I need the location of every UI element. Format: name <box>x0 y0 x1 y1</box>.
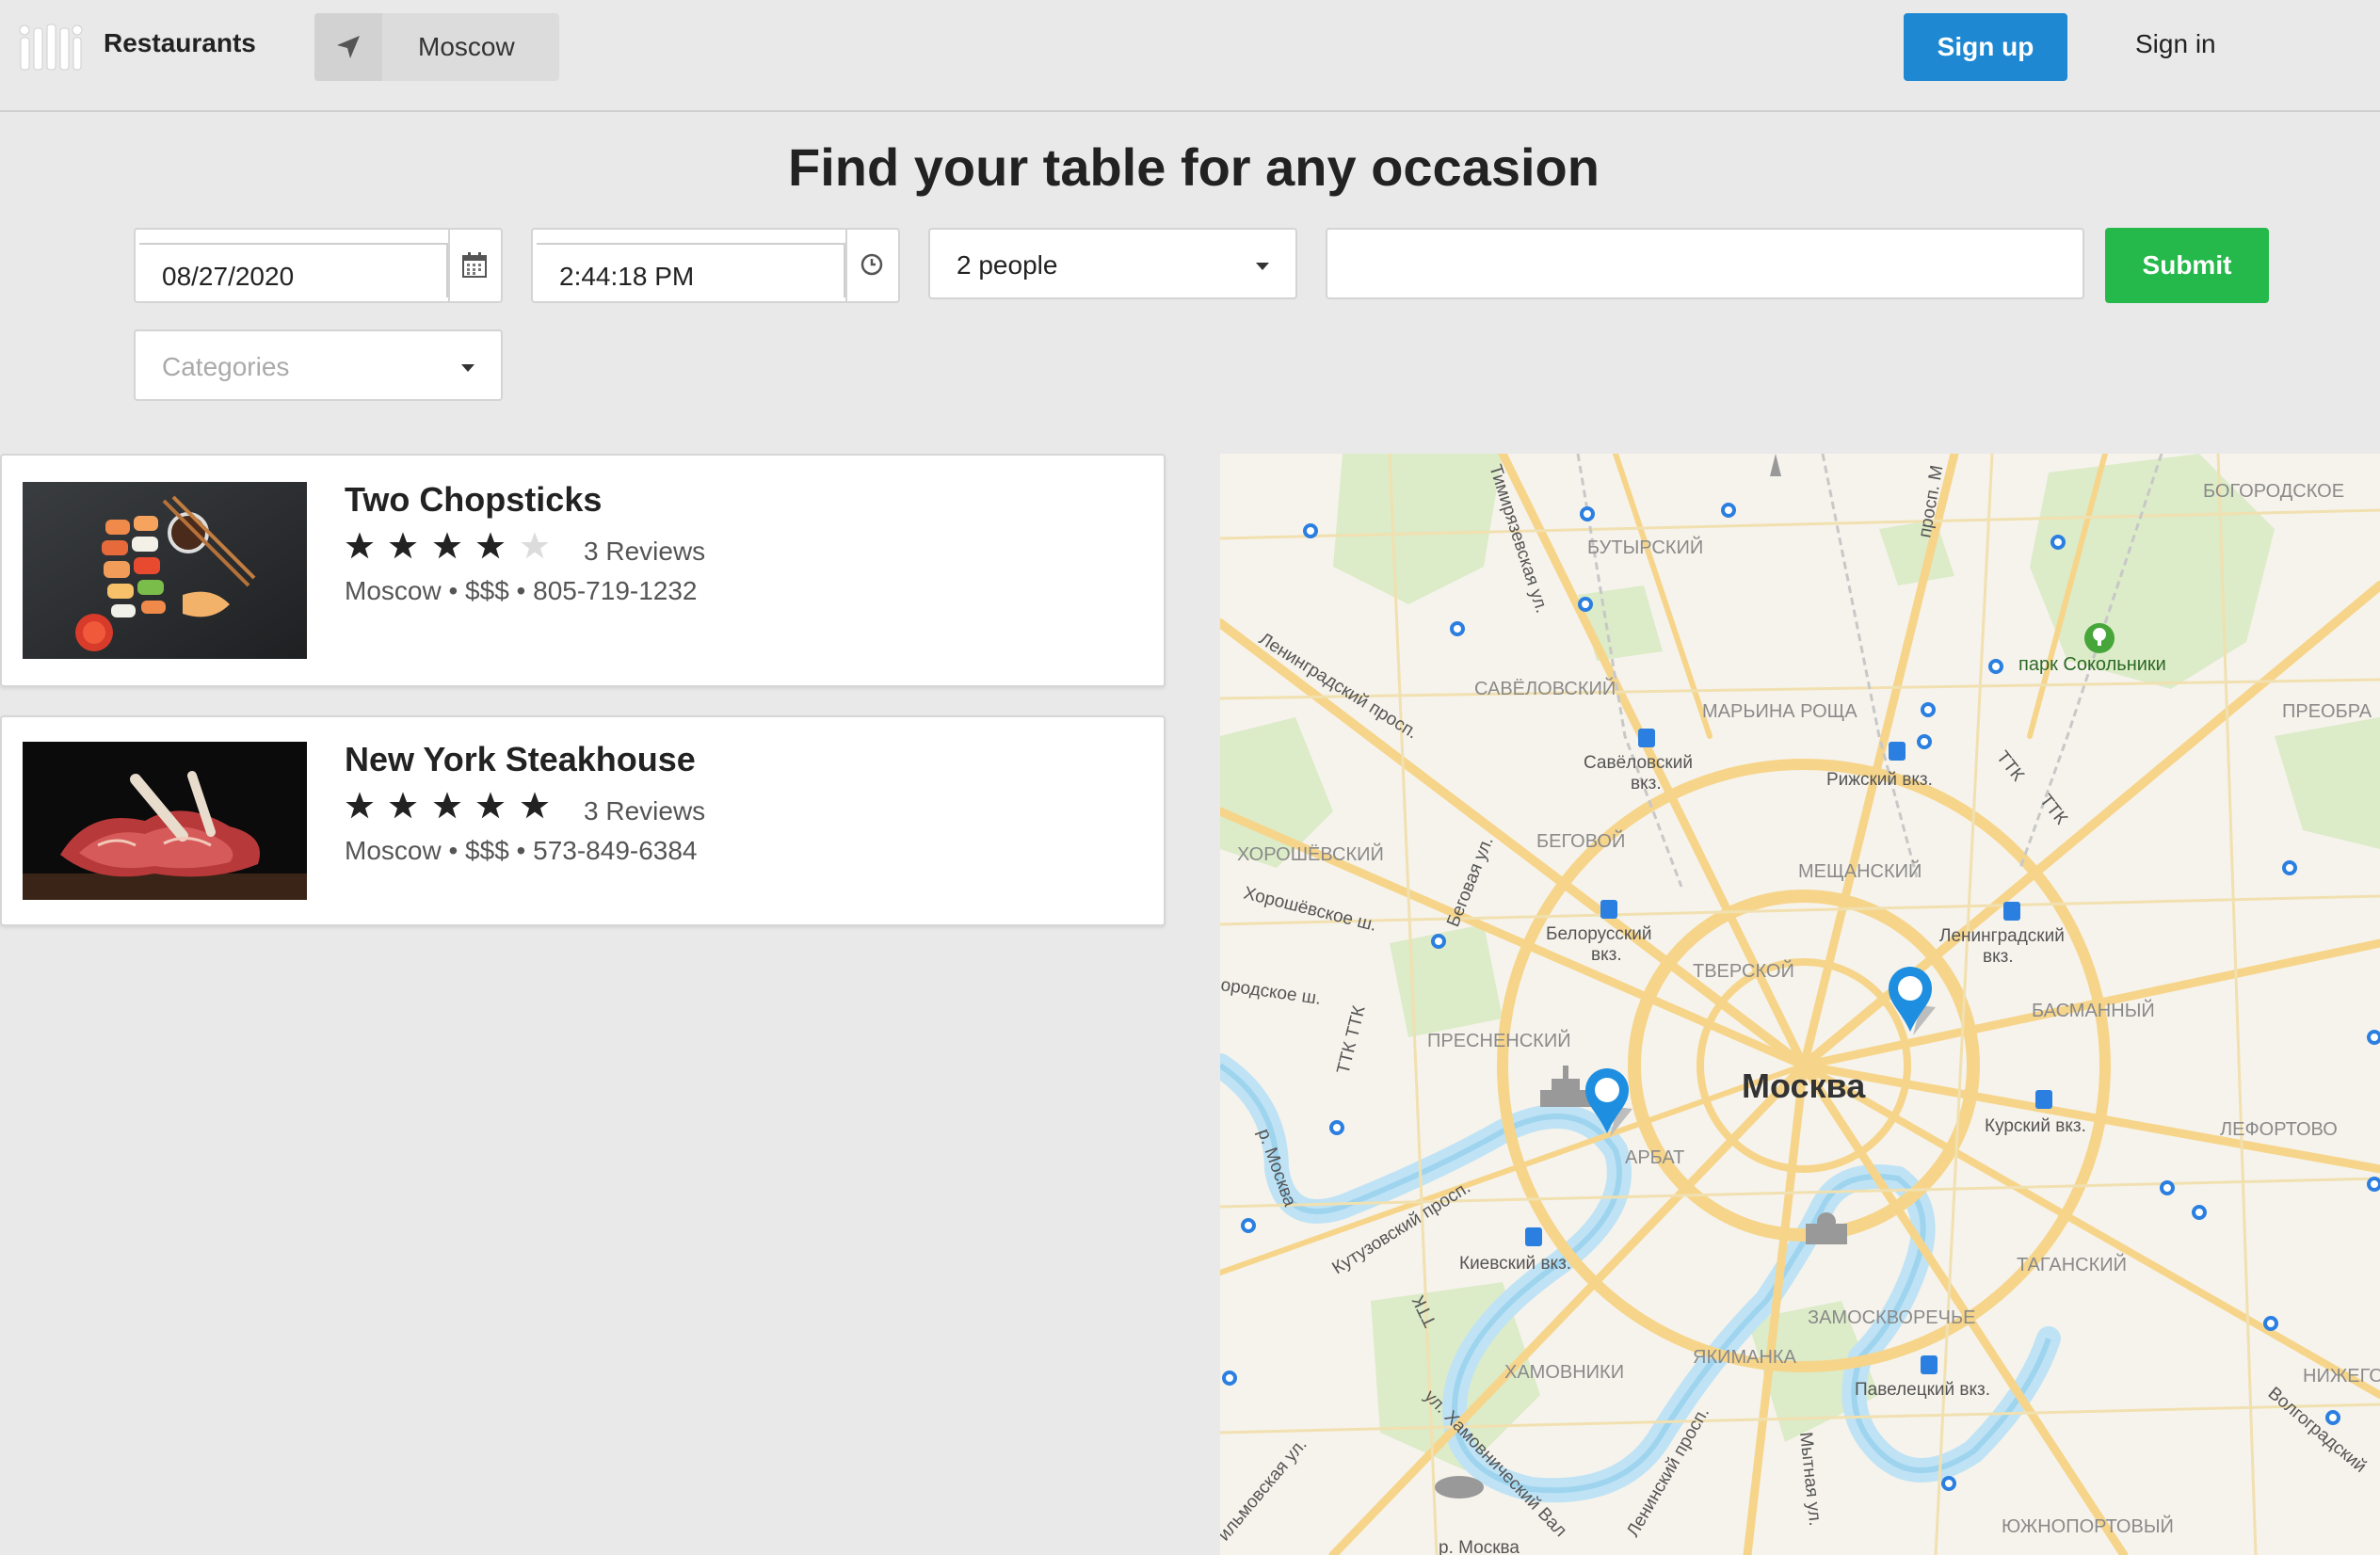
clock-button[interactable] <box>845 230 898 301</box>
navigation-arrow-icon <box>337 36 360 58</box>
svg-text:р. Москва: р. Москва <box>1439 1538 1520 1555</box>
park-label: парк Сокольники <box>2018 654 2166 675</box>
svg-text:БУТЫРСКИЙ: БУТЫРСКИЙ <box>1587 536 1703 558</box>
calendar-icon <box>462 252 487 278</box>
submit-button[interactable]: Submit <box>2105 228 2269 303</box>
restaurant-card[interactable]: New York Steakhouse 3 Reviews Moscow • $… <box>0 715 1166 926</box>
svg-text:ТВЕРСКОЙ: ТВЕРСКОЙ <box>1693 959 1794 982</box>
svg-text:МЕЩАНСКИЙ: МЕЩАНСКИЙ <box>1798 859 1922 882</box>
star-empty-icon <box>521 532 549 559</box>
party-size-value: 2 people <box>957 250 1058 280</box>
svg-text:ЛЕФОРТОВО: ЛЕФОРТОВО <box>2220 1119 2338 1140</box>
star-filled-icon <box>433 792 461 819</box>
clock-icon <box>860 253 883 276</box>
location-icon-box <box>314 13 382 81</box>
date-picker[interactable]: 08/27/2020 <box>134 228 503 303</box>
signin-link[interactable]: Sign in <box>2135 29 2216 59</box>
signup-button[interactable]: Sign up <box>1904 13 2067 81</box>
svg-text:ХАМОВНИКИ: ХАМОВНИКИ <box>1504 1362 1624 1383</box>
search-input[interactable] <box>1326 228 2084 299</box>
restaurant-card[interactable]: Two Chopsticks 3 Reviews Moscow • $$$ • … <box>0 454 1166 687</box>
review-count[interactable]: 3 Reviews <box>584 537 705 567</box>
svg-text:ПРЕОБРА: ПРЕОБРА <box>2282 701 2372 722</box>
svg-text:вкз.: вкз. <box>1631 774 1662 794</box>
map-canvas[interactable]: БУТЫРСКИЙ САВЁЛОВСКИЙ МАРЬИНА РОЩА БОГОР… <box>1220 454 2380 1555</box>
time-input[interactable]: 2:44:18 PM <box>537 243 845 297</box>
star-filled-icon <box>476 792 506 819</box>
star-filled-icon <box>389 532 418 559</box>
star-filled-icon <box>521 792 549 819</box>
rating-stars <box>345 531 559 569</box>
chevron-down-icon <box>461 364 474 372</box>
review-count[interactable]: 3 Reviews <box>584 796 705 826</box>
svg-text:ЮЖНОПОРТОВЫЙ: ЮЖНОПОРТОВЫЙ <box>2002 1515 2174 1537</box>
star-filled-icon <box>433 532 461 559</box>
star-filled-icon <box>476 532 506 559</box>
svg-text:БОГОРОДСКОЕ: БОГОРОДСКОЕ <box>2203 481 2344 502</box>
svg-text:НИЖЕГО: НИЖЕГО <box>2303 1366 2380 1387</box>
park-marker-icon <box>2084 623 2115 653</box>
star-filled-icon <box>346 532 374 559</box>
rating-stars <box>345 791 559 828</box>
restaurant-image[interactable] <box>23 482 307 659</box>
date-input[interactable]: 08/27/2020 <box>139 243 448 297</box>
city-label: Москва <box>1742 1066 1866 1105</box>
categories-select[interactable]: Categories <box>134 329 503 401</box>
svg-text:САВЁЛОВСКИЙ: САВЁЛОВСКИЙ <box>1474 677 1616 699</box>
party-size-select[interactable]: 2 people <box>928 228 1297 299</box>
svg-text:Киевский вкз.: Киевский вкз. <box>1459 1254 1571 1274</box>
restaurants-map[interactable]: БУТЫРСКИЙ САВЁЛОВСКИЙ МАРЬИНА РОЩА БОГОР… <box>1220 454 2380 1555</box>
svg-text:Рижский вкз.: Рижский вкз. <box>1826 770 1933 790</box>
svg-text:Белорусский: Белорусский <box>1546 924 1651 944</box>
categories-placeholder: Categories <box>162 352 290 381</box>
page-headline: Find your table for any occasion <box>788 137 1600 197</box>
svg-text:ХОРОШЁВСКИЙ: ХОРОШЁВСКИЙ <box>1237 842 1384 865</box>
time-picker[interactable]: 2:44:18 PM <box>531 228 900 303</box>
top-navbar: Restaurants Moscow Sign up Sign in <box>0 0 2380 112</box>
calendar-button[interactable] <box>448 230 501 301</box>
svg-text:ПРЕСНЕНСКИЙ: ПРЕСНЕНСКИЙ <box>1427 1029 1571 1051</box>
svg-text:вкз.: вкз. <box>1983 947 2014 967</box>
svg-text:вкз.: вкз. <box>1591 945 1622 965</box>
brand-name[interactable]: Restaurants <box>104 28 256 58</box>
svg-text:Савёловский: Савёловский <box>1584 753 1693 773</box>
restaurant-image[interactable] <box>23 742 307 900</box>
svg-text:Ленинградский: Ленинградский <box>1939 926 2065 946</box>
restaurant-meta: Moscow • $$$ • 805-719-1232 <box>345 576 698 605</box>
svg-text:ТАГАНСКИЙ: ТАГАНСКИЙ <box>2017 1253 2127 1275</box>
svg-text:БЕГОВОЙ: БЕГОВОЙ <box>1536 829 1625 852</box>
star-filled-icon <box>389 792 418 819</box>
svg-text:МАРЬИНА РОЩА: МАРЬИНА РОЩА <box>1702 701 1857 722</box>
svg-text:БАСМАННЫЙ: БАСМАННЫЙ <box>2032 999 2155 1021</box>
restaurant-name[interactable]: New York Steakhouse <box>345 740 696 779</box>
svg-text:АРБАТ: АРБАТ <box>1625 1147 1684 1168</box>
svg-text:ЯКИМАНКА: ЯКИМАНКА <box>1693 1347 1797 1368</box>
svg-text:Павелецкий вкз.: Павелецкий вкз. <box>1855 1380 1990 1400</box>
raw-steak-image <box>23 742 307 900</box>
chevron-down-icon <box>1256 263 1269 270</box>
restaurant-name[interactable]: Two Chopsticks <box>345 480 602 520</box>
restaurant-meta: Moscow • $$$ • 573-849-6384 <box>345 836 698 865</box>
location-selector[interactable]: Moscow <box>314 13 559 81</box>
location-label: Moscow <box>418 32 515 61</box>
svg-text:ЗАМОСКВОРЕЧЬЕ: ЗАМОСКВОРЕЧЬЕ <box>1808 1307 1975 1328</box>
logo-icon[interactable] <box>19 23 83 72</box>
star-filled-icon <box>346 792 374 819</box>
sushi-plate-image <box>23 482 307 659</box>
svg-text:Курский вкз.: Курский вкз. <box>1985 1116 2086 1136</box>
